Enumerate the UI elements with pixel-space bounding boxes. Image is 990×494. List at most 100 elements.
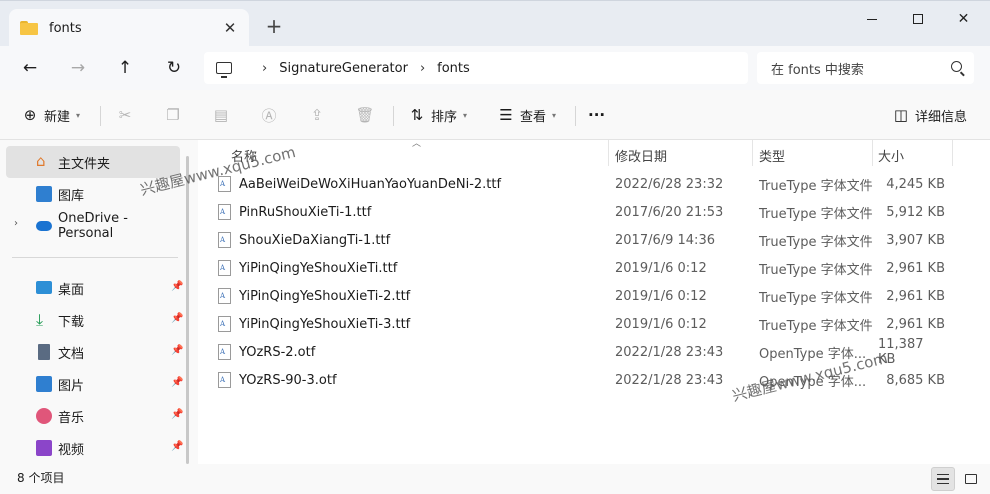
sidebar-item-videos[interactable]: 视频 📌 [6, 432, 183, 464]
pin-icon[interactable]: 📌 [171, 345, 183, 356]
document-icon [38, 344, 50, 360]
delete-button[interactable]: 🗑 [353, 103, 377, 127]
search-icon [951, 61, 962, 72]
file-date: 2022/1/28 23:43 [615, 372, 724, 388]
column-divider[interactable] [608, 140, 609, 166]
file-row[interactable]: ShouXieDaXiangTi-1.ttf 2017/6/9 14:36 Tr… [198, 226, 990, 254]
file-date: 2019/1/6 0:12 [615, 288, 707, 304]
rename-button[interactable]: Ⓐ [257, 103, 281, 127]
tab-title: fonts [49, 20, 82, 36]
search-box[interactable]: 在 fonts 中搜索 [757, 52, 974, 84]
font-file-icon [218, 288, 231, 304]
file-row[interactable]: YiPinQingYeShouXieTi-2.ttf 2019/1/6 0:12… [198, 282, 990, 310]
details-pane-button[interactable]: ◫ 详细信息 [889, 103, 967, 127]
share-button[interactable]: ⇪ [305, 103, 329, 127]
pin-icon[interactable]: 📌 [171, 409, 183, 420]
close-window-button[interactable]: ✕ [940, 1, 987, 37]
details-view-icon [937, 474, 949, 484]
chevron-down-icon: ▾ [76, 110, 81, 120]
maximize-button[interactable] [894, 1, 941, 37]
sidebar-item-downloads[interactable]: ⤓ 下载 📌 [6, 304, 183, 336]
file-name: YOzRS-90-3.otf [239, 372, 337, 388]
details-pane-label: 详细信息 [915, 109, 968, 125]
maximize-icon [912, 14, 923, 24]
sidebar-item-label: 音乐 [58, 410, 85, 426]
file-row[interactable]: AaBeiWeiDeWoXiHuanYaoYuanDeNi-2.ttf 2022… [198, 170, 990, 198]
file-type: TrueType 字体文件 [759, 262, 873, 278]
pin-icon[interactable]: 📌 [171, 441, 183, 452]
file-date: 2022/1/28 23:43 [615, 344, 724, 360]
breadcrumb-signaturegenerator[interactable]: SignatureGenerator [279, 61, 408, 76]
file-type: TrueType 字体文件 [759, 206, 873, 222]
new-tab-button[interactable]: + [262, 14, 286, 38]
scissors-icon: ✂ [118, 106, 132, 124]
breadcrumb-fonts[interactable]: fonts [437, 61, 470, 76]
minimize-button[interactable] [848, 1, 895, 37]
copy-button[interactable]: ❐ [161, 103, 185, 127]
toolbar-divider [100, 106, 101, 126]
sidebar-item-label: OneDrive - Personal [58, 211, 128, 241]
desktop-icon [36, 281, 52, 294]
sort-button[interactable]: ⇅ 排序 ▾ [405, 103, 467, 127]
status-bar: 8 个项目 [0, 464, 990, 494]
sidebar-item-label: 图片 [58, 378, 85, 394]
column-header-size[interactable]: 大小 [878, 143, 904, 167]
file-row[interactable]: YiPinQingYeShouXieTi-3.ttf 2019/1/6 0:12… [198, 310, 990, 338]
refresh-button[interactable]: ↻ [160, 54, 188, 82]
forward-button[interactable]: → [64, 54, 92, 82]
details-pane-icon: ◫ [893, 106, 909, 124]
tab-close-button[interactable]: ✕ [220, 18, 240, 38]
sidebar-item-documents[interactable]: 文档 📌 [6, 336, 183, 368]
column-divider[interactable] [952, 140, 953, 166]
tiles-view-button[interactable] [959, 467, 983, 491]
sidebar-item-home[interactable]: ⌂ 主文件夹 [6, 146, 180, 178]
file-size: 5,912 KB [886, 204, 945, 220]
navigation-bar: ← → ↑ ↻ › SignatureGenerator › fonts 在 f… [0, 46, 990, 90]
pin-icon[interactable]: 📌 [171, 281, 183, 292]
file-name: AaBeiWeiDeWoXiHuanYaoYuanDeNi-2.ttf [239, 176, 502, 192]
cut-button[interactable]: ✂ [113, 103, 137, 127]
file-size: 3,907 KB [886, 232, 945, 248]
sidebar-item-label: 桌面 [58, 282, 85, 298]
file-size: 4,245 KB [886, 176, 945, 192]
column-header-date[interactable]: 修改日期 [615, 143, 667, 167]
column-header-type[interactable]: 类型 [759, 143, 785, 167]
sidebar-item-onedrive[interactable]: › OneDrive - Personal [6, 210, 180, 242]
details-view-button[interactable] [931, 467, 955, 491]
font-file-icon [218, 204, 231, 220]
download-icon: ⤓ [36, 310, 44, 329]
view-button[interactable]: ☰ 查看 ▾ [494, 103, 556, 127]
sidebar-item-label: 视频 [58, 442, 85, 458]
file-date: 2019/1/6 0:12 [615, 316, 707, 332]
font-file-icon [218, 232, 231, 248]
sidebar-scrollbar[interactable] [186, 156, 189, 464]
file-type: TrueType 字体文件 [759, 290, 873, 306]
command-bar: ⊕ 新建 ▾ ✂ ❐ ▤ Ⓐ ⇪ 🗑 ⇅ 排序 ▾ ☰ 查看 ▾ ··· ◫ 详… [0, 90, 990, 140]
new-button[interactable]: ⊕ 新建 ▾ [18, 103, 80, 127]
close-icon: ✕ [957, 11, 970, 27]
clipboard-icon: ▤ [213, 106, 229, 124]
sidebar-item-desktop[interactable]: 桌面 📌 [6, 272, 183, 304]
pictures-icon [36, 376, 52, 392]
tab-fonts[interactable]: fonts ✕ [9, 9, 249, 47]
file-row[interactable]: PinRuShouXieTi-1.ttf 2017/6/20 21:53 Tru… [198, 198, 990, 226]
font-file-icon [218, 372, 231, 388]
pin-icon[interactable]: 📌 [171, 313, 183, 324]
chevron-right-icon[interactable]: › [14, 218, 18, 229]
more-options-button[interactable]: ··· [588, 103, 605, 127]
sidebar-item-music[interactable]: 音乐 📌 [6, 400, 183, 432]
file-row[interactable]: YiPinQingYeShouXieTi.ttf 2019/1/6 0:12 T… [198, 254, 990, 282]
file-type: TrueType 字体文件 [759, 234, 873, 250]
search-input[interactable]: 在 fonts 中搜索 [771, 59, 864, 78]
column-divider[interactable] [872, 140, 873, 166]
back-button[interactable]: ← [16, 54, 44, 82]
column-divider[interactable] [752, 140, 753, 166]
address-bar[interactable]: › SignatureGenerator › fonts [204, 52, 748, 84]
chevron-right-icon[interactable]: › [420, 61, 425, 76]
file-date: 2022/6/28 23:32 [615, 176, 724, 192]
paste-button[interactable]: ▤ [209, 103, 233, 127]
pin-icon[interactable]: 📌 [171, 377, 183, 388]
up-button[interactable]: ↑ [111, 54, 139, 82]
sidebar-item-pictures[interactable]: 图片 📌 [6, 368, 183, 400]
chevron-right-icon[interactable]: › [262, 61, 267, 76]
